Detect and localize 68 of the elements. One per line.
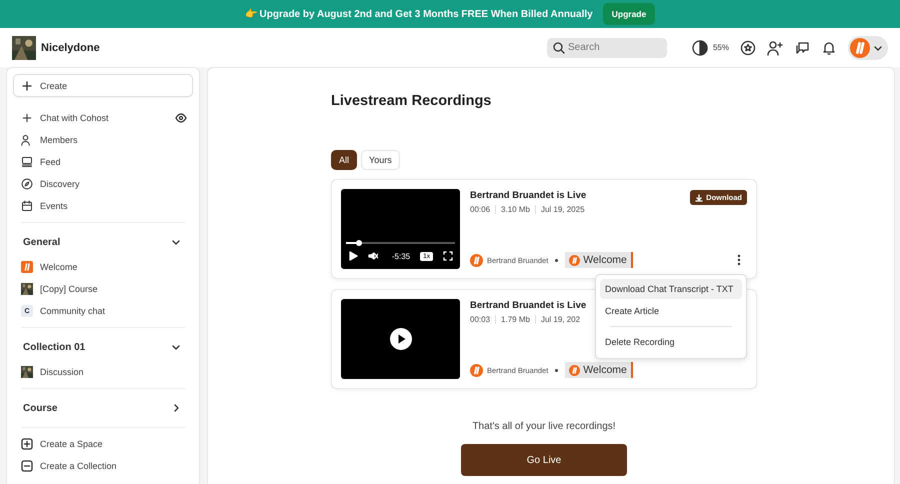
- muted-speaker-icon[interactable]: [368, 251, 378, 261]
- search-field[interactable]: Search: [546, 38, 667, 58]
- space-logo-icon: [21, 261, 33, 273]
- section-title: General: [23, 236, 60, 248]
- sidebar-action[interactable]: Create a Space: [13, 433, 193, 455]
- nav-item[interactable]: Events: [13, 195, 193, 217]
- sidebar-action[interactable]: Create a Collection: [13, 455, 193, 477]
- space-item[interactable]: [Copy] Course: [13, 278, 193, 300]
- space-item[interactable]: Discussion: [13, 361, 193, 383]
- section-title: Collection 01: [23, 342, 86, 352]
- video-player[interactable]: [341, 299, 460, 379]
- section-title: Course: [23, 402, 58, 414]
- contrast-icon[interactable]: [692, 40, 708, 56]
- menu-item[interactable]: Delete Recording: [600, 332, 742, 352]
- nav-item[interactable]: Chat with Cohost: [13, 107, 193, 129]
- space-logo-icon: [569, 364, 580, 376]
- account-menu-button[interactable]: [848, 36, 888, 60]
- upgrade-button[interactable]: Upgrade: [602, 3, 656, 25]
- space-item[interactable]: Welcome: [13, 256, 193, 278]
- recording-title: Bertrand Bruandet is Live: [470, 300, 586, 311]
- filter-tab[interactable]: All: [331, 150, 358, 170]
- author-avatar-icon: [470, 254, 483, 266]
- menu-item[interactable]: Create Article: [600, 301, 742, 321]
- play-button-icon[interactable]: [390, 328, 412, 350]
- add-user-icon[interactable]: [767, 40, 783, 56]
- end-message: That's all of your live recordings!: [471, 421, 617, 432]
- file-size: 1.79 Mb: [501, 315, 530, 324]
- recording-date: Jul 19, 2025: [540, 205, 585, 214]
- community-name[interactable]: Nicelydone: [41, 42, 100, 54]
- avatar-logo-icon: [850, 38, 870, 58]
- space-tag[interactable]: Welcome: [565, 362, 633, 378]
- compass-icon: [21, 178, 33, 190]
- menu-item[interactable]: Download Chat Transcript - TXT: [600, 279, 742, 299]
- progress-thumb[interactable]: [356, 240, 362, 246]
- nav-item[interactable]: Members: [13, 129, 193, 151]
- download-icon: [695, 194, 704, 202]
- bell-icon[interactable]: [821, 40, 837, 56]
- create-button[interactable]: Create: [13, 74, 193, 97]
- author-avatar-icon: [470, 364, 483, 376]
- recording-duration: 00:06: [470, 205, 490, 214]
- play-icon[interactable]: [348, 251, 358, 261]
- time-remaining: -5:35: [392, 252, 410, 260]
- more-options-icon[interactable]: [737, 254, 741, 266]
- filter-tab[interactable]: Yours: [361, 150, 400, 170]
- plus-icon: [22, 80, 32, 90]
- go-live-button[interactable]: Go Live: [461, 444, 627, 476]
- nav-item[interactable]: Feed: [13, 151, 193, 173]
- recording-date: Jul 19, 202: [540, 315, 580, 324]
- promo-text: 👉 Upgrade by August 2nd and Get 3 Months FREE When Billed Annually: [244, 8, 593, 20]
- separator-dot: [555, 368, 558, 372]
- recording-title: Bertrand Bruandet is Live: [470, 190, 586, 201]
- file-size: 3.10 Mb: [501, 205, 530, 214]
- separator-dot: [555, 258, 558, 262]
- space-logo-icon: [569, 254, 580, 266]
- fullscreen-icon[interactable]: [443, 251, 453, 261]
- recording-duration: 00:03: [470, 315, 490, 324]
- section-header[interactable]: Collection 01: [13, 333, 193, 361]
- section-header[interactable]: Course: [13, 394, 193, 422]
- calendar-icon: [21, 200, 33, 212]
- chat-bubbles-icon[interactable]: [794, 40, 810, 56]
- page-title: Livestream Recordings: [331, 93, 492, 111]
- space-tag[interactable]: Welcome: [565, 252, 633, 268]
- search-icon: [552, 42, 565, 54]
- theme-reading: 55%: [712, 43, 729, 52]
- section-header[interactable]: General: [13, 228, 193, 256]
- star-badge-icon[interactable]: [740, 40, 756, 56]
- nav-item[interactable]: Discovery: [13, 173, 193, 195]
- feed-icon: [21, 156, 33, 168]
